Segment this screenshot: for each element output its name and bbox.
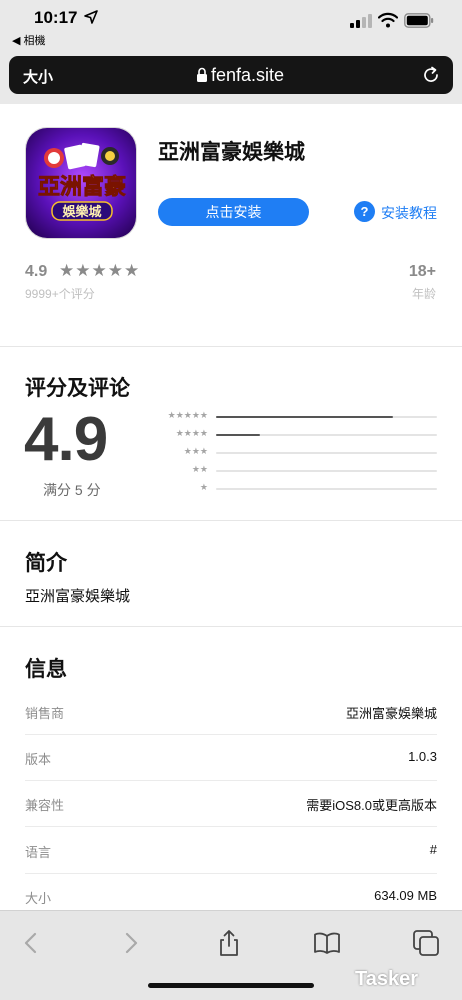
info-section-title: 信息 — [25, 658, 67, 681]
bookmarks-icon[interactable] — [313, 929, 341, 957]
ratings-section-title: 评分及评论 — [25, 377, 130, 400]
reload-icon[interactable] — [421, 65, 441, 85]
lock-icon — [197, 67, 207, 82]
info-label: 销售商 — [25, 706, 65, 721]
age-rating-value: 18+ — [408, 263, 436, 280]
address-bar[interactable]: 大小 fenfa.site — [9, 56, 453, 94]
intro-text: 亞洲富豪娛樂城 — [25, 588, 131, 605]
text-size-button[interactable]: 大小 — [23, 66, 53, 87]
info-value: # — [429, 842, 437, 857]
info-row-compatibility: 兼容性 需要iOS8.0或更高版本 — [25, 781, 437, 827]
info-row-seller: 销售商 亞洲富豪娛樂城 — [25, 689, 437, 735]
svg-text:亞洲富豪: 亞洲富豪 — [38, 174, 126, 200]
header-rating-value: 4.9 — [25, 263, 48, 280]
age-rating-label: 年龄 — [411, 287, 436, 301]
page-domain: fenfa.site — [211, 65, 285, 85]
rating-bar-stars: ★★ — [191, 464, 208, 474]
info-value: 1.0.3 — [408, 749, 437, 764]
status-time: 10:17 — [34, 8, 78, 27]
row-separator — [25, 826, 437, 827]
wifi-icon — [378, 12, 398, 28]
svg-text:娛樂城: 娛樂城 — [61, 204, 101, 220]
info-value: 需要iOS8.0或更高版本 — [306, 798, 437, 813]
tabs-icon[interactable] — [412, 929, 440, 957]
average-score: 4.9 — [24, 405, 108, 474]
app-icon: 亞洲富豪 娛樂城 — [25, 127, 137, 239]
rating-bar-track — [216, 488, 437, 490]
battery-icon — [404, 13, 434, 28]
cellular-signal-icon — [350, 14, 372, 28]
rating-bar-stars: ★★★ — [183, 446, 208, 456]
rating-bar-stars: ★ — [199, 482, 208, 492]
info-label: 大小 — [25, 891, 52, 906]
rating-bar-fill — [216, 416, 393, 418]
header-rating-stars: ★★★★★ — [59, 261, 141, 280]
status-bar: 10:17 ◀ 相機 — [0, 0, 462, 47]
section-divider — [0, 520, 462, 521]
score-out-of: 满分 5 分 — [43, 482, 101, 498]
rating-bar-track — [216, 434, 437, 436]
install-tutorial-link[interactable]: 安装教程 — [381, 203, 437, 223]
intro-section-title: 简介 — [25, 552, 67, 575]
rating-bar-track — [216, 452, 437, 454]
back-arrow-icon[interactable] — [18, 929, 46, 957]
rating-bar-track — [216, 416, 437, 418]
home-indicator[interactable] — [148, 983, 314, 988]
rating-count: 9999+个评分 — [25, 287, 95, 301]
section-divider — [0, 346, 462, 347]
install-button[interactable]: 点击安装 — [158, 198, 309, 226]
browser-top-chrome: 10:17 ◀ 相機 大小 fenfa.site — [0, 0, 462, 104]
rating-bar-fill — [216, 434, 261, 436]
share-icon[interactable] — [215, 929, 243, 957]
info-label: 版本 — [25, 752, 52, 767]
watermark: Tasker — [355, 968, 419, 990]
rating-bar-row: ★ — [148, 482, 438, 494]
back-to-app-link[interactable]: ◀ 相機 — [12, 32, 46, 48]
section-divider — [0, 626, 462, 627]
help-icon[interactable]: ? — [354, 201, 375, 222]
location-arrow-icon — [84, 10, 98, 24]
info-label: 兼容性 — [25, 798, 65, 813]
info-value: 亞洲富豪娛樂城 — [345, 706, 437, 721]
info-row-language: 语言 # — [25, 828, 437, 874]
forward-arrow-icon[interactable] — [116, 929, 144, 957]
app-logo-image: 亞洲富豪 娛樂城 — [26, 128, 136, 238]
rating-bar-track — [216, 470, 437, 472]
info-label: 语言 — [25, 845, 52, 860]
rating-bar-row: ★★★★★ — [148, 410, 438, 422]
rating-bar-row: ★★★★ — [148, 428, 438, 440]
app-title: 亞洲富豪娛樂城 — [158, 141, 305, 164]
rating-bar-stars: ★★★★★ — [167, 410, 208, 420]
info-value: 634.09 MB — [374, 888, 437, 903]
rating-bar-row: ★★ — [148, 464, 438, 476]
info-row-version: 版本 1.0.3 — [25, 735, 437, 781]
rating-bar-row: ★★★ — [148, 446, 438, 458]
rating-bar-stars: ★★★★ — [175, 428, 208, 438]
